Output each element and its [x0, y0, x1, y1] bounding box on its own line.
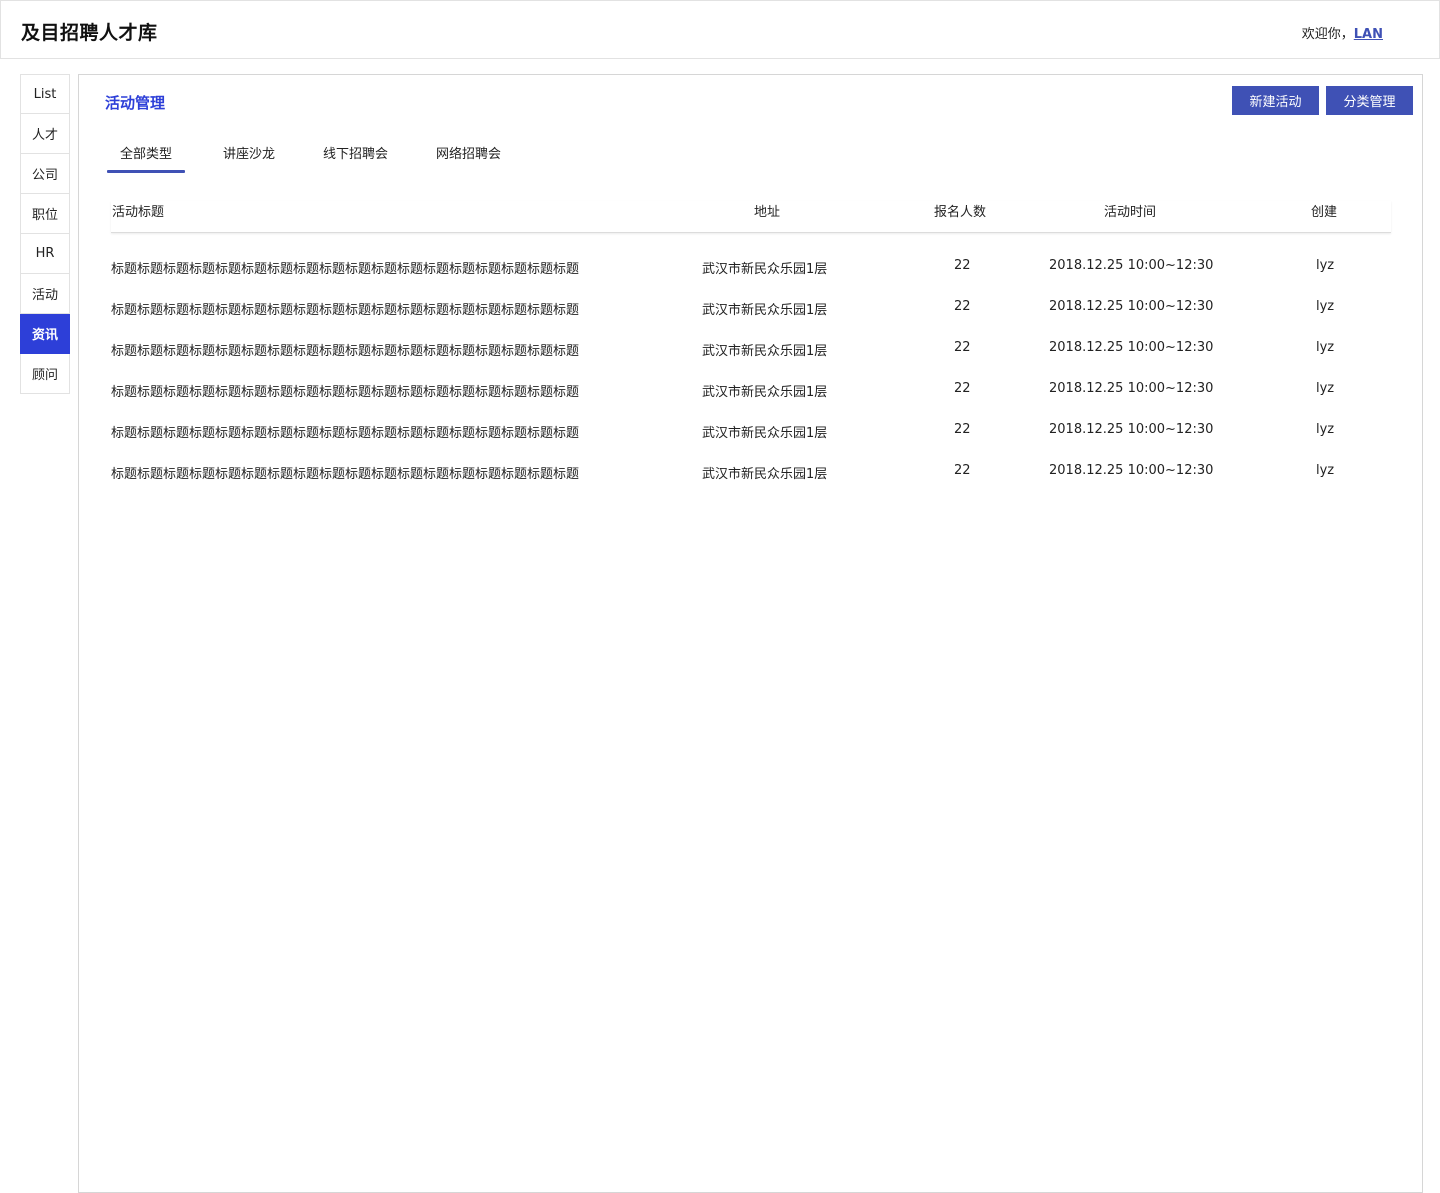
tab-all-types[interactable]: 全部类型: [106, 143, 186, 173]
cell-creator: lyz: [1316, 299, 1335, 314]
sidebar-item-position[interactable]: 职位: [20, 194, 70, 234]
table-row[interactable]: 标题标题标题标题标题标题标题标题标题标题标题标题标题标题标题标题标题标题 武汉市…: [111, 422, 1391, 463]
sidebar-item-list[interactable]: List: [20, 74, 70, 114]
welcome-prefix: 欢迎你，: [1301, 27, 1354, 42]
cell-address: 武汉市新民众乐园1层: [702, 344, 828, 359]
table-row[interactable]: 标题标题标题标题标题标题标题标题标题标题标题标题标题标题标题标题标题标题 武汉市…: [111, 381, 1391, 422]
tab-lecture-salon[interactable]: 讲座沙龙: [223, 143, 275, 173]
tab-online-fair[interactable]: 网络招聘会: [436, 143, 501, 173]
cell-address: 武汉市新民众乐园1层: [702, 426, 828, 441]
tab-offline-fair[interactable]: 线下招聘会: [323, 143, 388, 173]
app-title: 及目招聘人才库: [21, 22, 158, 44]
cell-time: 2018.12.25 10:00~12:30: [1049, 258, 1214, 273]
cell-title: 标题标题标题标题标题标题标题标题标题标题标题标题标题标题标题标题标题标题: [111, 262, 580, 277]
welcome-message: 欢迎你，LAN: [1302, 23, 1383, 42]
new-activity-button[interactable]: 新建活动: [1232, 86, 1319, 115]
cell-creator: lyz: [1316, 381, 1335, 396]
cell-signups: 22: [954, 422, 971, 437]
cell-title: 标题标题标题标题标题标题标题标题标题标题标题标题标题标题标题标题标题标题: [111, 303, 580, 318]
column-header-title: 活动标题: [112, 205, 165, 220]
cell-title: 标题标题标题标题标题标题标题标题标题标题标题标题标题标题标题标题标题标题: [111, 385, 580, 400]
cell-address: 武汉市新民众乐园1层: [702, 303, 828, 318]
cell-creator: lyz: [1316, 463, 1335, 478]
cell-time: 2018.12.25 10:00~12:30: [1049, 381, 1214, 396]
cell-time: 2018.12.25 10:00~12:30: [1049, 463, 1214, 478]
sidebar-item-consultant[interactable]: 顾问: [20, 354, 70, 394]
cell-creator: lyz: [1316, 258, 1335, 273]
column-header-address: 地址: [754, 205, 781, 220]
sidebar-item-hr[interactable]: HR: [20, 234, 70, 274]
cell-signups: 22: [954, 258, 971, 273]
cell-signups: 22: [954, 299, 971, 314]
cell-signups: 22: [954, 340, 971, 355]
cell-address: 武汉市新民众乐园1层: [702, 467, 828, 482]
table-row[interactable]: 标题标题标题标题标题标题标题标题标题标题标题标题标题标题标题标题标题标题 武汉市…: [111, 258, 1391, 299]
user-name-link[interactable]: LAN: [1354, 27, 1383, 42]
cell-title: 标题标题标题标题标题标题标题标题标题标题标题标题标题标题标题标题标题标题: [111, 467, 580, 482]
sidebar: List 人才 公司 职位 HR 活动 资讯 顾问: [20, 74, 70, 394]
sidebar-item-company[interactable]: 公司: [20, 154, 70, 194]
sidebar-item-talent[interactable]: 人才: [20, 114, 70, 154]
cell-title: 标题标题标题标题标题标题标题标题标题标题标题标题标题标题标题标题标题标题: [111, 426, 580, 441]
cell-address: 武汉市新民众乐园1层: [702, 262, 828, 277]
table-row[interactable]: 标题标题标题标题标题标题标题标题标题标题标题标题标题标题标题标题标题标题 武汉市…: [111, 463, 1391, 504]
cell-creator: lyz: [1316, 422, 1335, 437]
column-header-creator: 创建: [1311, 205, 1338, 220]
cell-time: 2018.12.25 10:00~12:30: [1049, 422, 1214, 437]
cell-address: 武汉市新民众乐园1层: [702, 385, 828, 400]
sidebar-item-activity[interactable]: 活动: [20, 274, 70, 314]
page-title: 活动管理: [105, 94, 166, 112]
table-header: 活动标题 地址 报名人数 活动时间 创建: [111, 201, 1391, 233]
top-header: 及目招聘人才库 欢迎你，LAN: [0, 0, 1440, 59]
cell-signups: 22: [954, 463, 971, 478]
table-row[interactable]: 标题标题标题标题标题标题标题标题标题标题标题标题标题标题标题标题标题标题 武汉市…: [111, 299, 1391, 340]
column-header-signups: 报名人数: [934, 205, 987, 220]
sidebar-item-news[interactable]: 资讯: [20, 314, 70, 354]
category-manage-button[interactable]: 分类管理: [1326, 86, 1413, 115]
cell-time: 2018.12.25 10:00~12:30: [1049, 340, 1214, 355]
table-row[interactable]: 标题标题标题标题标题标题标题标题标题标题标题标题标题标题标题标题标题标题 武汉市…: [111, 340, 1391, 381]
column-header-time: 活动时间: [1104, 205, 1157, 220]
cell-creator: lyz: [1316, 340, 1335, 355]
cell-signups: 22: [954, 381, 971, 396]
main-panel: 活动管理 新建活动 分类管理 全部类型 讲座沙龙 线下招聘会 网络招聘会 活动标…: [78, 74, 1423, 1193]
cell-title: 标题标题标题标题标题标题标题标题标题标题标题标题标题标题标题标题标题标题: [111, 344, 580, 359]
cell-time: 2018.12.25 10:00~12:30: [1049, 299, 1214, 314]
table-body: 标题标题标题标题标题标题标题标题标题标题标题标题标题标题标题标题标题标题 武汉市…: [111, 258, 1391, 504]
